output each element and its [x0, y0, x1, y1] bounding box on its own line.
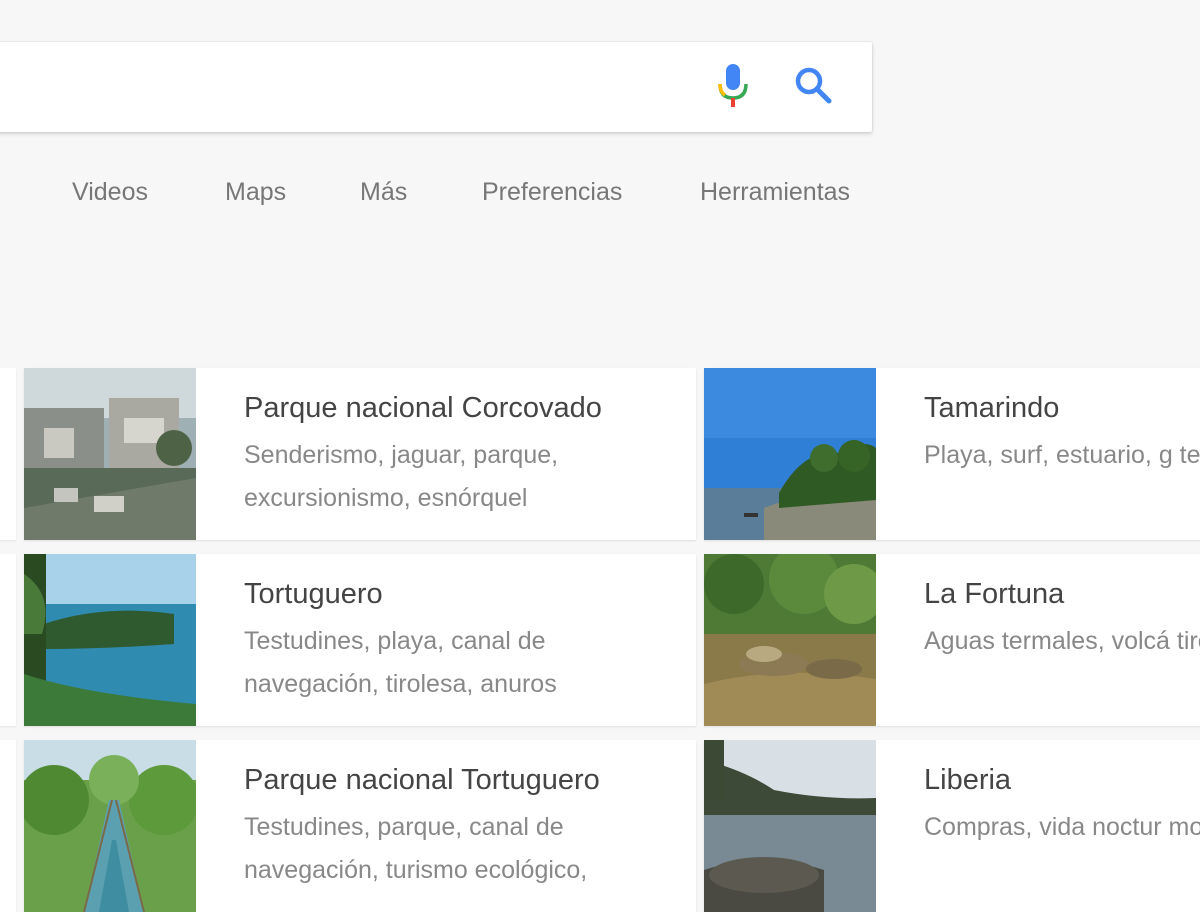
result-text: Tortuguero Testudines, playa, canal de n… — [244, 576, 696, 706]
result-thumbnail — [704, 368, 876, 540]
partial-card-edge — [0, 368, 16, 540]
result-title: Tamarindo — [924, 392, 1060, 424]
search-icon[interactable] — [792, 64, 836, 108]
result-card-liberia[interactable]: Liberia Compras, vida noctur mochilear, … — [704, 740, 1200, 912]
result-title: Parque nacional Corcovado — [244, 392, 602, 424]
result-text: Parque nacional Corcovado Senderismo, ja… — [244, 390, 696, 520]
tab-preferences[interactable]: Preferencias — [482, 178, 622, 207]
microphone-icon[interactable] — [716, 62, 750, 110]
result-title: La Fortuna — [924, 578, 1065, 610]
result-thumbnail — [24, 554, 196, 726]
result-text: Parque nacional Tortuguero Testudines, p… — [244, 762, 696, 892]
result-card-tortuguero[interactable]: Tortuguero Testudines, playa, canal de n… — [24, 554, 696, 726]
partial-card-edge — [0, 740, 16, 912]
result-description: Testudines, parque, canal de navegación,… — [244, 813, 588, 884]
result-text: La Fortuna Aguas termales, volcá tiroles… — [924, 576, 1200, 663]
result-card-tamarindo[interactable]: Tamarindo Playa, surf, estuario, g testu… — [704, 368, 1200, 540]
result-text: Tamarindo Playa, surf, estuario, g testu… — [924, 390, 1200, 477]
result-card-la-fortuna[interactable]: La Fortuna Aguas termales, volcá tiroles… — [704, 554, 1200, 726]
result-title: Liberia — [924, 764, 1012, 796]
tab-tools[interactable]: Herramientas — [700, 178, 850, 207]
result-thumbnail — [24, 368, 196, 540]
tab-more[interactable]: Más — [360, 178, 407, 207]
result-card-parque-tortuguero[interactable]: Parque nacional Tortuguero Testudines, p… — [24, 740, 696, 912]
result-card-corcovado[interactable]: Parque nacional Corcovado Senderismo, ja… — [24, 368, 696, 540]
result-text: Liberia Compras, vida noctur mochilear, … — [924, 762, 1200, 849]
tab-videos[interactable]: Videos — [72, 178, 148, 207]
result-thumbnail — [704, 740, 876, 912]
search-input[interactable] — [12, 62, 676, 114]
result-description: Testudines, playa, canal de navegación, … — [244, 627, 557, 698]
result-title: Parque nacional Tortuguero — [244, 764, 600, 796]
tab-maps[interactable]: Maps — [225, 178, 286, 207]
partial-card-edge — [0, 554, 16, 726]
result-title: Tortuguero — [244, 578, 383, 610]
result-description: Aguas termales, volcá tirolesa, rafting — [924, 627, 1200, 655]
result-description: Playa, surf, estuario, g testudines — [924, 441, 1200, 469]
result-thumbnail — [704, 554, 876, 726]
search-tabs: s Videos Maps Más Preferencias Herramien… — [0, 178, 900, 214]
result-description: Senderismo, jaguar, parque, excursionism… — [244, 441, 559, 512]
result-description: Compras, vida noctur mochilear, safari — [924, 813, 1200, 841]
result-thumbnail — [24, 740, 196, 912]
